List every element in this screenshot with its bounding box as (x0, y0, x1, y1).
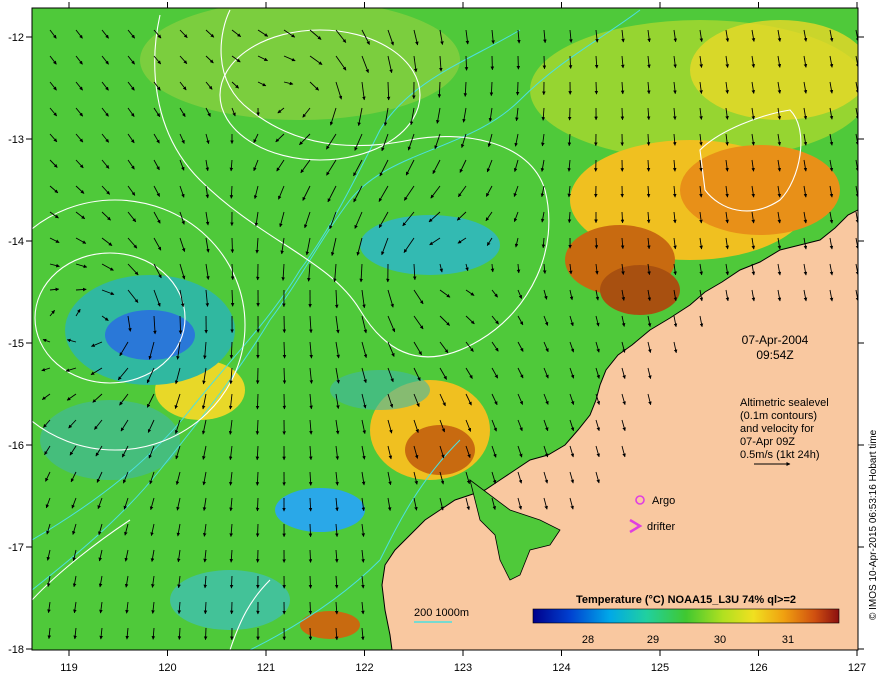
lat-tick-label: -18 (8, 644, 24, 656)
lat-tick-label: -14 (8, 236, 24, 248)
velocity-arrow (594, 81, 599, 95)
velocity-arrow (308, 549, 313, 563)
velocity-arrow (620, 211, 625, 224)
lon-tick-label: 122 (355, 662, 373, 674)
velocity-arrow (464, 55, 469, 71)
velocity-arrow (282, 367, 287, 384)
lon-tick-label: 119 (60, 662, 78, 674)
lat-tick-label: -12 (8, 32, 24, 44)
colorbar (532, 608, 840, 624)
isobath-legend-label: 200 1000m (414, 607, 469, 619)
drifter-label: drifter (647, 521, 675, 533)
argo-label: Argo (652, 495, 675, 507)
velocity-arrow (620, 107, 625, 121)
date-label: 07-Apr-2004 (742, 333, 809, 347)
lat-tick-label: -15 (8, 338, 24, 350)
velocity-arrow (308, 601, 313, 615)
velocity-arrow (255, 523, 260, 538)
sst-map: 119 120 121 122 123 124 125 126 127 -12 -13 -14 -15… (8, 2, 879, 674)
lon-tick-label: 120 (158, 662, 176, 674)
velocity-arrow (230, 237, 235, 254)
velocity-arrow (203, 627, 208, 641)
velocity-arrow (255, 393, 260, 410)
lon-tick-label: 125 (651, 662, 669, 674)
velocity-arrow (308, 523, 313, 538)
time-label: 09:54Z (756, 348, 793, 362)
velocity-arrow (308, 627, 313, 641)
description-line: 07-Apr 09Z (740, 436, 795, 448)
velocity-arrow (542, 55, 547, 70)
colorbar-tick: 29 (647, 634, 659, 646)
colorbar-tick: 31 (782, 634, 794, 646)
velocity-arrow (282, 341, 287, 359)
velocity-arrow (255, 497, 260, 512)
velocity-arrow (308, 575, 313, 589)
description-line: 0.5m/s (1kt 24h) (740, 449, 819, 461)
lat-tick-label: -16 (8, 440, 24, 452)
velocity-arrow (178, 315, 183, 335)
lon-tick-label: 124 (552, 662, 570, 674)
velocity-arrow (594, 237, 599, 249)
lon-tick-label: 127 (848, 662, 866, 674)
lon-tick-label: 123 (454, 662, 472, 674)
colorbar-title: Temperature (°C) NOAA15_L3U 74% ql>=2 (576, 594, 796, 606)
lat-tick-label: -17 (8, 542, 24, 554)
description-line: and velocity for (740, 423, 814, 435)
description-line: Altimetric sealevel (740, 397, 829, 409)
colorbar-tick: 28 (582, 634, 594, 646)
colorbar-tick: 30 (714, 634, 726, 646)
velocity-arrow (515, 81, 520, 96)
velocity-arrow (229, 575, 234, 589)
description-line: (0.1m contours) (740, 410, 817, 422)
lon-tick-label: 126 (749, 662, 767, 674)
lon-tick-label: 121 (257, 662, 275, 674)
lat-tick-label: -13 (8, 134, 24, 146)
sst-field (32, 8, 858, 650)
credit-text: © IMOS 10-Apr-2015 06:53:16 Hobart time (868, 429, 879, 620)
